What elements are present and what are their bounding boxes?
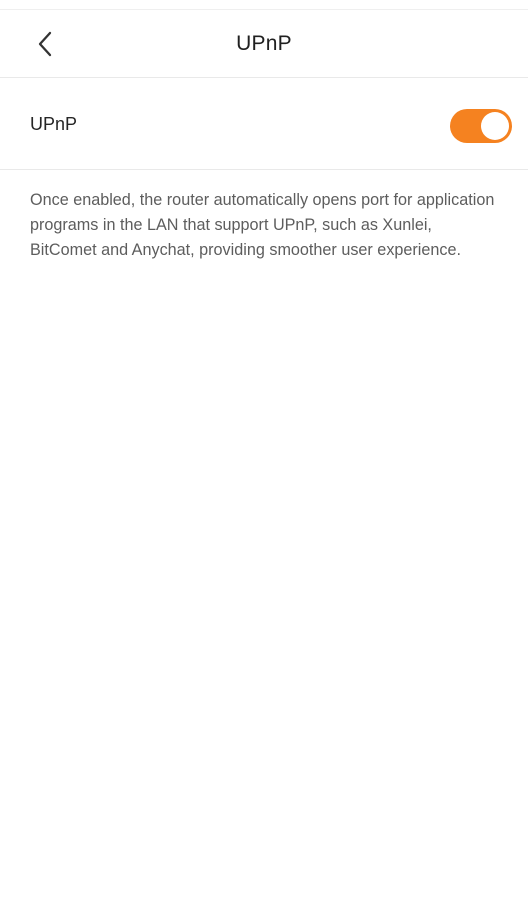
- page-title: UPnP: [236, 32, 292, 55]
- upnp-setting-row: UPnP: [0, 79, 528, 170]
- upnp-screen: UPnP UPnP Once enabled, the router autom…: [0, 0, 528, 909]
- upnp-toggle[interactable]: [450, 109, 512, 143]
- upnp-description: Once enabled, the router automatically o…: [30, 191, 495, 259]
- toggle-knob: [481, 112, 509, 140]
- upnp-label: UPnP: [30, 114, 78, 134]
- top-edge: [0, 0, 528, 10]
- header: UPnP: [0, 10, 528, 78]
